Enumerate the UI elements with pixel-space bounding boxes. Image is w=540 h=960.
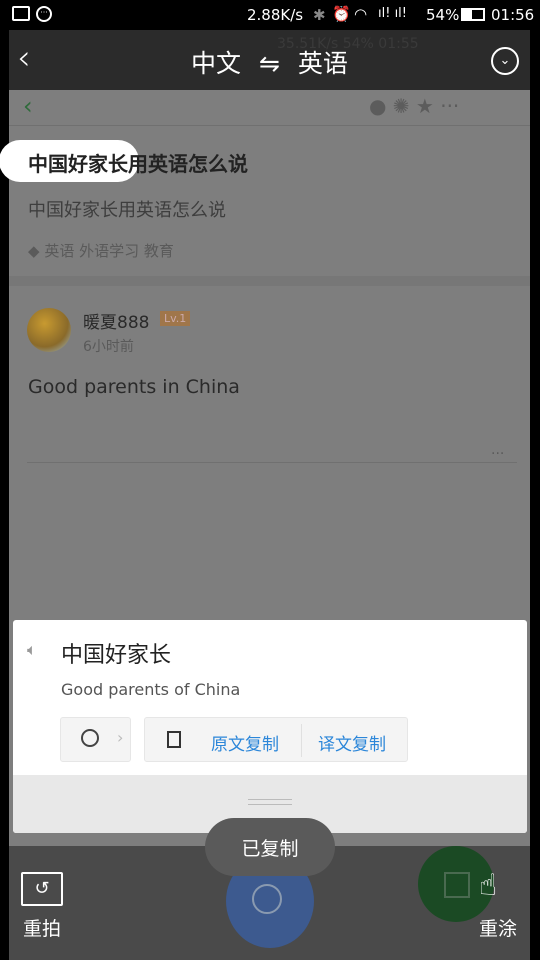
battery-icon: [461, 8, 485, 21]
answer-text: Good parents in China: [28, 376, 240, 398]
source-text: 中国好家长: [61, 643, 172, 668]
translation-text: Good parents of China: [61, 680, 241, 699]
source-language[interactable]: 中文: [191, 49, 241, 78]
avatar[interactable]: [27, 308, 71, 352]
toast: 已复制: [205, 818, 335, 876]
gallery-icon: [12, 6, 30, 21]
retake-button[interactable]: 重拍: [23, 914, 61, 941]
copy-translation-button[interactable]: 译文复制: [318, 730, 386, 755]
repaint-button[interactable]: 重涂: [479, 914, 517, 941]
page-back-icon: ‹: [23, 92, 33, 120]
hand-pointer-icon: ☝︎: [479, 868, 498, 903]
copy-original-button[interactable]: 原文复制: [211, 730, 279, 755]
translate-header: 35.51K/s 54% 01:55 ‹ 中文 ⇋ 英语 ⌄: [9, 30, 530, 90]
tag[interactable]: 英语: [44, 242, 74, 260]
swap-language-icon[interactable]: ⇋: [259, 49, 280, 78]
speaker-icon[interactable]: 🔈︎: [27, 640, 37, 660]
copy-buttons: 原文复制 译文复制: [144, 717, 408, 762]
question-title: 中国好家长用英语怎么说: [28, 152, 248, 176]
battery-percent: 54%: [426, 6, 460, 24]
retake-camera-icon[interactable]: ↺: [21, 872, 63, 906]
target-language[interactable]: 英语: [298, 49, 348, 78]
signal-icon: ıl! ıl!: [378, 6, 408, 21]
language-selector[interactable]: 中文 ⇋ 英语: [9, 44, 530, 80]
chevron-right-icon: ›: [117, 728, 124, 747]
translation-popup: 🔈︎ 中国好家长 Good parents of China › 原文复制 译文…: [13, 620, 527, 833]
dropdown-icon[interactable]: ⌄: [491, 47, 519, 75]
question-section: 中国好家长用英语怎么说 中国好家长用英语怎么说 ◆ 英语 外语学习 教育: [0, 126, 530, 276]
question-subtitle: 中国好家长用英语怎么说: [28, 200, 226, 221]
edit-icon: [444, 872, 470, 898]
drag-handle[interactable]: [248, 799, 292, 805]
more-notification-icon: ···: [36, 6, 52, 22]
bluetooth-icon: ✱: [313, 6, 326, 24]
answer-card: 暖夏888 Lv.1 6小时前 Good parents in China ··…: [9, 286, 530, 462]
wifi-icon: ◠: [354, 5, 368, 23]
tag[interactable]: 教育: [144, 242, 174, 260]
status-bar: ··· 2.88K/s ✱ ⏰ ◠ ıl! ıl! 54% 01:56: [0, 0, 540, 30]
network-speed: 2.88K/s: [247, 6, 304, 24]
answer-time: 6小时前: [83, 339, 134, 355]
more-options-button[interactable]: ···: [491, 446, 504, 462]
tag-icon: ◆: [28, 242, 40, 260]
search-icon: [81, 729, 99, 747]
tags: ◆ 英语 外语学习 教育: [28, 240, 174, 261]
tag[interactable]: 外语学习: [79, 242, 139, 260]
toast-text: 已复制: [241, 837, 299, 860]
alarm-icon: ⏰: [332, 5, 351, 23]
username[interactable]: 暖夏888: [83, 308, 149, 333]
clock: 01:56: [491, 6, 535, 24]
copy-icon: [167, 731, 181, 748]
level-badge: Lv.1: [160, 311, 191, 326]
share-icons: ● ✺ ★ ···: [369, 94, 460, 118]
search-button[interactable]: ›: [60, 717, 131, 762]
magnifier-icon: [252, 884, 282, 914]
